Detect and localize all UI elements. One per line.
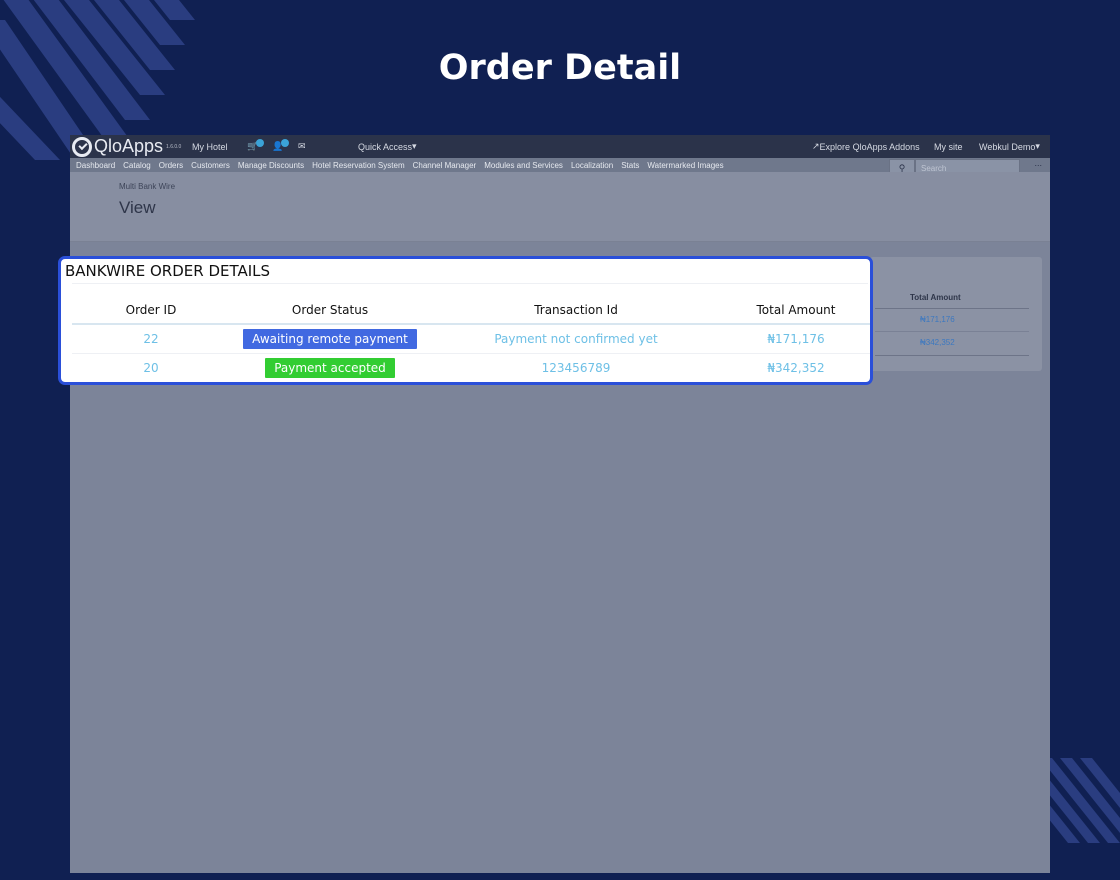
quick-access-menu[interactable]: Quick Access ▾: [358, 135, 417, 158]
notification-badge: [256, 138, 265, 147]
column-header-transaction-id: Transaction Id: [430, 297, 722, 325]
table-row[interactable]: 20 Payment accepted 123456789 ₦342,352: [72, 353, 870, 382]
version-label: 1.6.0.0: [166, 143, 182, 150]
column-header-order-status: Order Status: [230, 297, 430, 325]
qloapps-logo-icon: [72, 136, 92, 157]
link-icon: ↗: [812, 141, 820, 151]
messages-notification[interactable]: ✉: [298, 135, 306, 158]
admin-topbar: QloApps 1.6.0.0 My Hotel 🛒 👤 ✉ Quick Acc…: [70, 135, 1050, 158]
order-status-cell: Payment accepted: [230, 353, 430, 382]
divider: [875, 355, 1029, 356]
caret-down-icon: ▾: [412, 141, 417, 151]
envelope-icon: ✉: [298, 141, 306, 151]
notification-badge: [281, 138, 290, 147]
explore-addons-label: Explore QloApps Addons: [819, 141, 920, 152]
nav-channel-manager[interactable]: Channel Manager: [413, 161, 477, 170]
divider: [875, 308, 1029, 309]
background-order-panel: [870, 257, 1042, 371]
caret-down-icon: ▾: [1035, 141, 1040, 151]
nav-manage-discounts[interactable]: Manage Discounts: [238, 161, 304, 170]
page-title: Order Detail: [438, 48, 682, 88]
nav-dashboard[interactable]: Dashboard: [76, 161, 115, 170]
nav-hotel-reservation-system[interactable]: Hotel Reservation System: [312, 161, 404, 170]
user-name: Webkul Demo: [979, 141, 1036, 152]
transaction-id: Payment not confirmed yet: [430, 324, 722, 354]
nav-customers[interactable]: Customers: [191, 161, 230, 170]
app-screenshot: QloApps 1.6.0.0 My Hotel 🛒 👤 ✉ Quick Acc…: [70, 135, 1050, 873]
quick-access-label: Quick Access: [358, 141, 413, 152]
customer-notification[interactable]: 👤: [272, 135, 290, 158]
background-column-header: Total Amount: [910, 293, 961, 302]
callout-title: BANKWIRE ORDER DETAILS: [65, 262, 271, 280]
user-menu[interactable]: Webkul Demo ▾: [979, 135, 1040, 158]
explore-addons-link[interactable]: ↗ Explore QloApps Addons: [812, 135, 920, 158]
total-amount: ₦171,176: [722, 324, 870, 354]
background-amount: ₦342,352: [920, 338, 955, 347]
nav-catalog[interactable]: Catalog: [123, 161, 151, 170]
shop-name-link[interactable]: My Hotel: [192, 135, 228, 158]
nav-orders[interactable]: Orders: [159, 161, 183, 170]
order-id[interactable]: 20: [72, 353, 230, 382]
table-row[interactable]: 22 Awaiting remote payment Payment not c…: [72, 324, 870, 354]
divider: [72, 283, 868, 284]
status-badge: Payment accepted: [265, 357, 395, 378]
more-menu-button[interactable]: ...: [1034, 158, 1042, 168]
cart-notification[interactable]: 🛒: [247, 135, 265, 158]
breadcrumb[interactable]: Multi Bank Wire: [119, 182, 175, 191]
table-header-row: Order ID Order Status Transaction Id Tot…: [72, 297, 870, 325]
divider: [875, 331, 1029, 332]
page-header: Multi Bank Wire View: [70, 172, 1050, 242]
status-badge: Awaiting remote payment: [243, 328, 417, 349]
nav-localization[interactable]: Localization: [571, 161, 613, 170]
bankwire-order-details-callout: BANKWIRE ORDER DETAILS Order ID Order St…: [58, 256, 873, 385]
total-amount: ₦342,352: [767, 360, 825, 375]
order-status-cell: Awaiting remote payment: [230, 324, 430, 354]
decorative-stripes-bottom-right: [1040, 758, 1120, 843]
logo-text: QloApps: [94, 136, 164, 156]
background-amount: ₦171,176: [920, 315, 955, 324]
transaction-id: 123456789: [541, 360, 611, 375]
order-id[interactable]: 22: [72, 324, 230, 354]
nav-watermarked-images[interactable]: Watermarked Images: [647, 161, 723, 170]
bankwire-orders-table: Order ID Order Status Transaction Id Tot…: [72, 297, 870, 382]
my-site-link[interactable]: My site: [934, 135, 963, 158]
nav-stats[interactable]: Stats: [621, 161, 639, 170]
column-header-total-amount: Total Amount: [722, 297, 870, 325]
nav-modules-and-services[interactable]: Modules and Services: [484, 161, 563, 170]
column-header-order-id: Order ID: [72, 297, 230, 325]
main-navigation: Dashboard Catalog Orders Customers Manag…: [70, 158, 1050, 177]
qloapps-logo[interactable]: QloApps 1.6.0.0: [72, 136, 181, 157]
view-title: View: [119, 198, 156, 217]
